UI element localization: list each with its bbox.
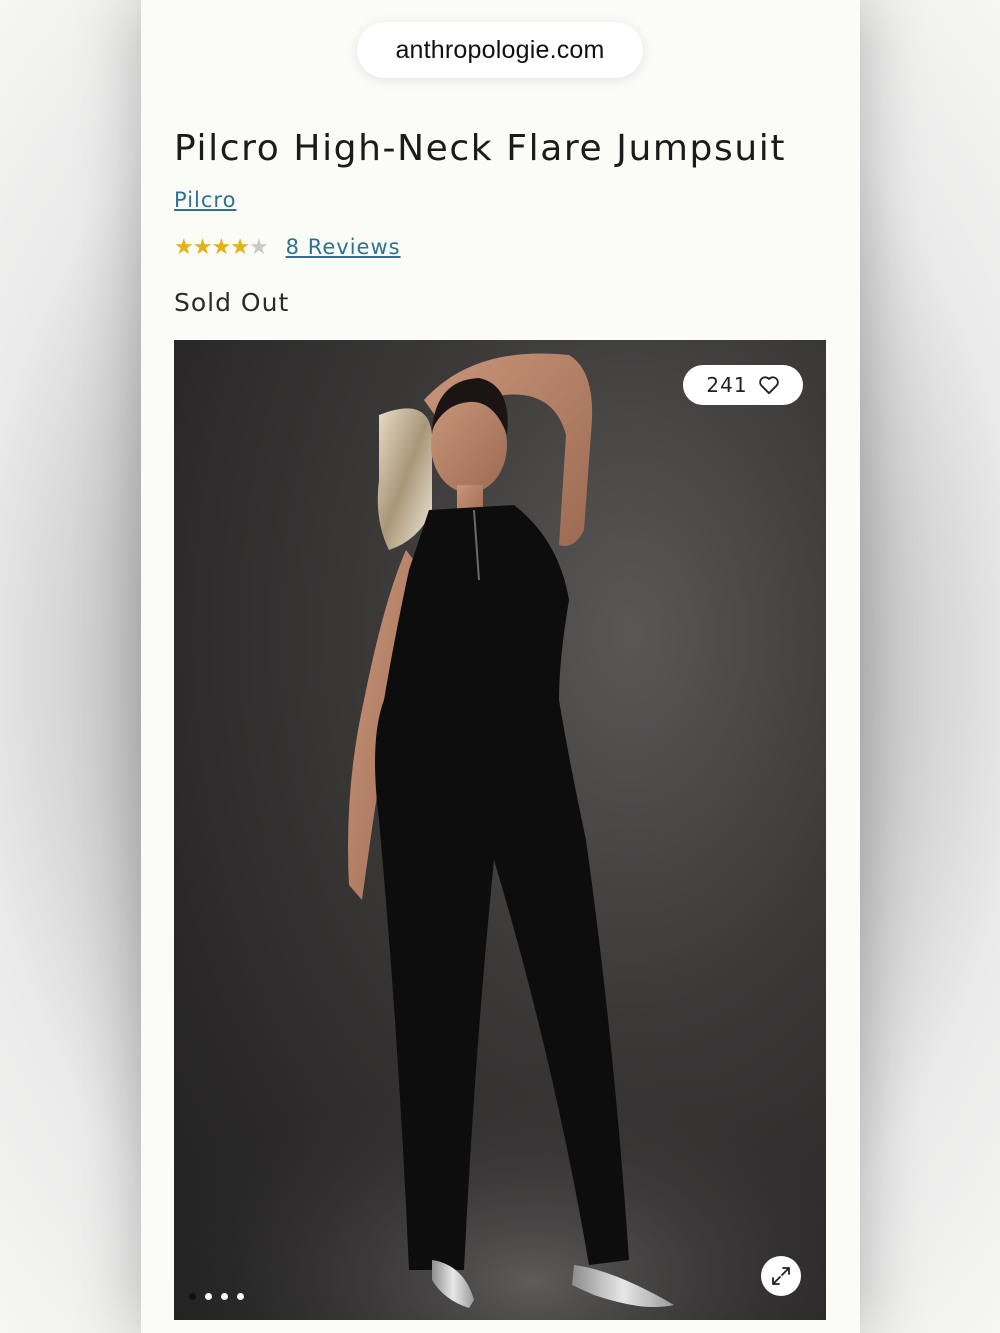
favorite-button[interactable]: 241 xyxy=(683,365,803,405)
star-filled-icon: ★ xyxy=(174,234,194,259)
stock-status: Sold Out xyxy=(174,288,290,317)
product-title: Pilcro High-Neck Flare Jumpsuit xyxy=(174,128,787,169)
favorite-count: 241 xyxy=(706,373,748,397)
product-image[interactable]: 241 xyxy=(174,340,826,1320)
model-photo xyxy=(174,353,826,1320)
gallery-dot[interactable] xyxy=(237,1293,244,1300)
reviews-link[interactable]: 8 Reviews xyxy=(286,235,401,259)
product-page: anthropologie.com Pilcro High-Neck Flare… xyxy=(141,0,860,1333)
gallery-dot[interactable] xyxy=(221,1293,228,1300)
star-filled-icon: ★ xyxy=(230,234,250,259)
gallery-pagination xyxy=(189,1293,244,1300)
url-bar[interactable]: anthropologie.com xyxy=(357,22,643,78)
gallery-dot[interactable] xyxy=(205,1293,212,1300)
star-empty-icon: ★ xyxy=(248,234,269,259)
expand-icon xyxy=(770,1265,792,1287)
product-rating: ★ ★ ★ ★ ★ 8 Reviews xyxy=(174,234,401,260)
url-text: anthropologie.com xyxy=(395,35,605,64)
expand-image-button[interactable] xyxy=(761,1256,801,1296)
heart-icon xyxy=(758,375,780,395)
gallery-dot[interactable] xyxy=(189,1293,196,1300)
brand-link[interactable]: Pilcro xyxy=(174,188,236,212)
star-rating: ★ ★ ★ ★ ★ xyxy=(174,234,269,260)
star-filled-icon: ★ xyxy=(211,234,231,259)
star-filled-icon: ★ xyxy=(192,234,213,259)
